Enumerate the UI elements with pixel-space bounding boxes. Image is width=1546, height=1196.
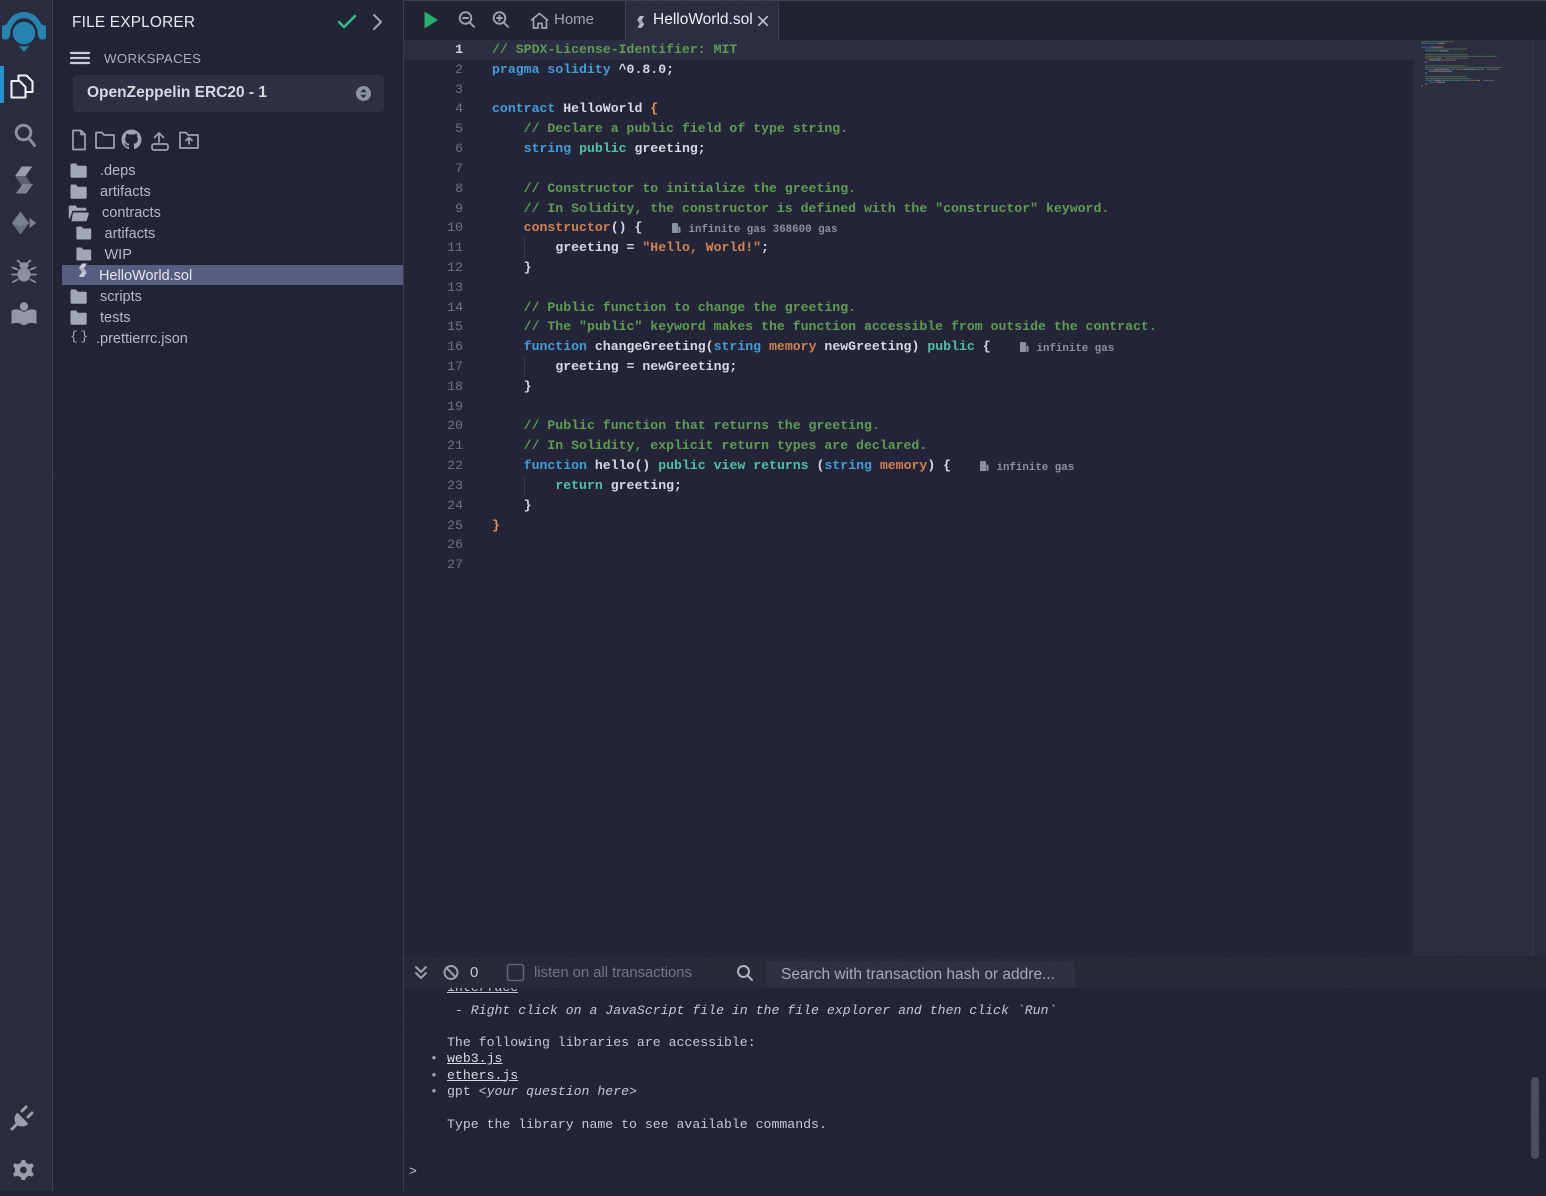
svg-text:{ }: { }: [70, 329, 88, 344]
